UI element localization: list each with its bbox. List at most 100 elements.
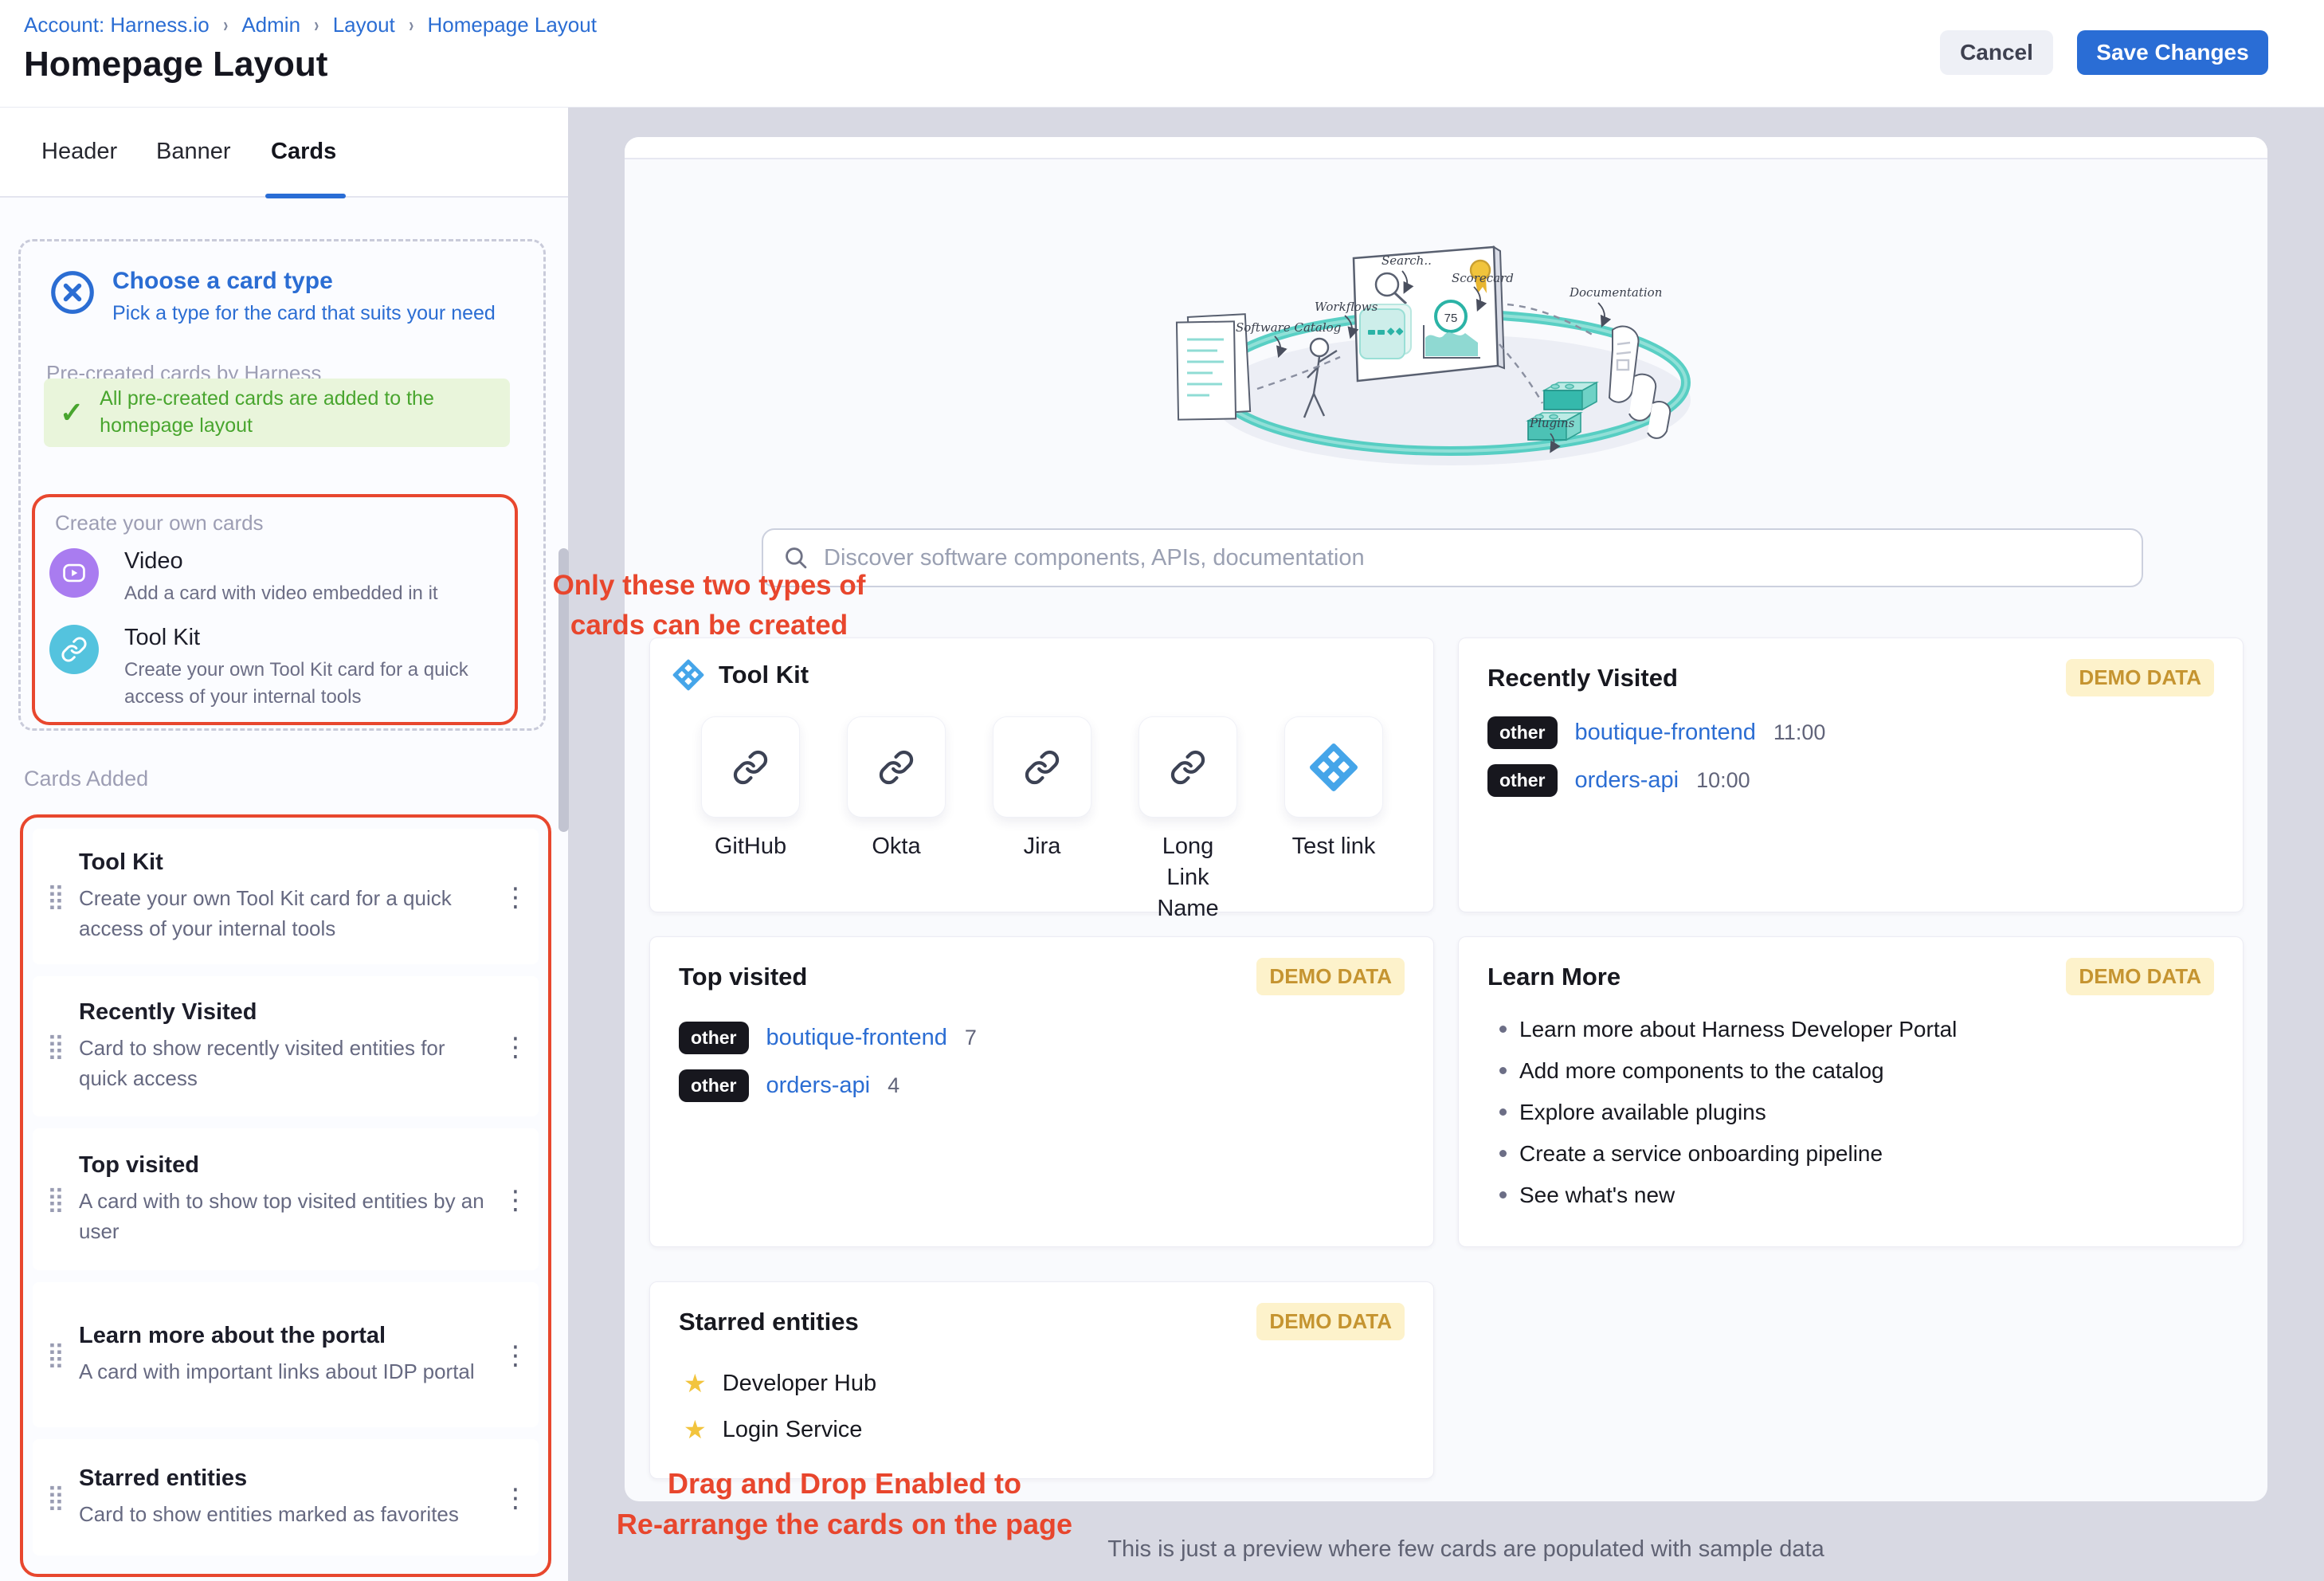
added-card-desc: Card to show recently visited entities f…	[79, 1034, 488, 1093]
entity-link[interactable]: boutique-frontend	[766, 1025, 947, 1051]
added-card-title: Tool Kit	[79, 849, 488, 876]
card-type-desc: Create your own Tool Kit card for a quic…	[124, 657, 507, 710]
close-icon[interactable]	[50, 270, 95, 315]
breadcrumb-homepage-layout[interactable]: Homepage Layout	[427, 13, 596, 37]
card-title: Starred entities	[679, 1308, 859, 1336]
choose-card-type-panel: Choose a card type Pick a type for the c…	[18, 239, 546, 731]
demo-data-badge: DEMO DATA	[2066, 958, 2214, 995]
homepage-preview-panel: 75	[625, 137, 2267, 1501]
illustration-label-workflows: Workflows	[1315, 300, 1378, 314]
save-changes-button[interactable]: Save Changes	[2077, 30, 2268, 75]
card-title: Tool Kit	[719, 661, 809, 689]
entity-row: other orders-api 10:00	[1487, 764, 1750, 797]
star-icon: ★	[684, 1368, 707, 1399]
entity-row: other boutique-frontend 11:00	[1487, 716, 1825, 749]
added-card-top-visited[interactable]: ⣿ Top visited A card with to show top vi…	[33, 1128, 539, 1270]
added-card-desc: Create your own Tool Kit card for a quic…	[79, 884, 488, 944]
toolkit-link-label: Jira	[993, 831, 1091, 924]
card-title: Recently Visited	[1487, 664, 1678, 692]
added-card-learn-more[interactable]: ⣿ Learn more about the portal A card wit…	[33, 1282, 539, 1427]
entity-kind-tag: other	[679, 1069, 749, 1102]
entity-link[interactable]: orders-api	[1575, 767, 1679, 794]
drag-handle-icon[interactable]: ⣿	[33, 1340, 79, 1369]
demo-data-badge: DEMO DATA	[2066, 659, 2214, 696]
added-card-title: Starred entities	[79, 1465, 488, 1492]
page-title: Homepage Layout	[24, 45, 327, 84]
tab-cards[interactable]: Cards	[271, 108, 336, 196]
card-type-name: Video	[124, 548, 507, 575]
toolkit-link-okta[interactable]	[847, 716, 946, 818]
entity-row: other orders-api 4	[679, 1069, 899, 1102]
drag-handle-icon[interactable]: ⣿	[33, 882, 79, 911]
idp-hero-illustration: 75	[1155, 199, 1801, 478]
toolkit-diamond-icon	[672, 659, 704, 691]
learn-more-card: Learn More DEMO DATA Learn more about Ha…	[1458, 936, 2244, 1247]
learn-more-link[interactable]: See what's new	[1494, 1183, 1957, 1208]
kebab-menu-icon[interactable]: ⋮	[492, 1031, 539, 1062]
breadcrumb-layout[interactable]: Layout	[333, 13, 395, 37]
learn-more-link[interactable]: Add more components to the catalog	[1494, 1058, 1957, 1084]
toolkit-link-long-link-name[interactable]	[1138, 716, 1237, 818]
toolkit-link-label: Test link	[1284, 831, 1383, 924]
kebab-menu-icon[interactable]: ⋮	[492, 1340, 539, 1371]
link-icon	[1024, 749, 1060, 786]
card-type-desc: Add a card with video embedded in it	[124, 580, 507, 607]
drag-handle-icon[interactable]: ⣿	[33, 1185, 79, 1214]
link-icon	[49, 625, 99, 674]
added-card-desc: A card with important links about IDP po…	[79, 1357, 488, 1387]
added-card-toolkit[interactable]: ⣿ Tool Kit Create your own Tool Kit card…	[33, 829, 539, 964]
entity-link[interactable]: boutique-frontend	[1575, 720, 1756, 746]
breadcrumb-chevron-icon: ›	[223, 13, 228, 37]
illustration-label-plugins: Plugins	[1530, 416, 1574, 430]
annotation-card-types: Only these two types of cards can be cre…	[478, 566, 940, 645]
kebab-menu-icon[interactable]: ⋮	[492, 1184, 539, 1215]
top-visited-card: Top visited DEMO DATA other boutique-fro…	[649, 936, 1434, 1247]
toolkit-link-label: GitHub	[701, 831, 800, 924]
create-own-cards-annotation-box: Create your own cards Video Add a card w…	[32, 494, 518, 725]
added-card-recently-visited[interactable]: ⣿ Recently Visited Card to show recently…	[33, 976, 539, 1116]
kebab-menu-icon[interactable]: ⋮	[492, 881, 539, 912]
chooser-subtitle: Pick a type for the card that suits your…	[112, 302, 496, 325]
learn-more-link[interactable]: Explore available plugins	[1494, 1100, 1957, 1125]
cancel-button[interactable]: Cancel	[1940, 30, 2053, 75]
breadcrumb-account[interactable]: Account: Harness.io	[24, 13, 210, 37]
card-type-toolkit[interactable]: Tool Kit Create your own Tool Kit card f…	[49, 625, 507, 710]
recently-visited-card: Recently Visited DEMO DATA other boutiqu…	[1458, 638, 2244, 912]
illustration-graphic: 75	[1155, 199, 1801, 478]
kebab-menu-icon[interactable]: ⋮	[492, 1482, 539, 1513]
starred-entity-name[interactable]: Developer Hub	[723, 1371, 876, 1397]
toolkit-link-test-link[interactable]	[1284, 716, 1383, 818]
added-card-title: Recently Visited	[79, 999, 488, 1026]
toolkit-link-label: Okta	[847, 831, 946, 924]
demo-data-badge: DEMO DATA	[1256, 1303, 1405, 1340]
breadcrumb-chevron-icon: ›	[314, 13, 319, 37]
starred-entity-name[interactable]: Login Service	[723, 1417, 863, 1443]
entity-kind-tag: other	[679, 1022, 749, 1054]
header-actions: Cancel Save Changes	[1940, 30, 2268, 75]
starred-entities-card: Starred entities DEMO DATA ★ Developer H…	[649, 1281, 1434, 1479]
card-title: Learn More	[1487, 963, 1621, 991]
drag-handle-icon[interactable]: ⣿	[33, 1483, 79, 1512]
toolkit-link-label: Long Link Name	[1138, 831, 1237, 924]
added-card-desc: A card with to show top visited entities…	[79, 1187, 488, 1246]
card-type-video[interactable]: Video Add a card with video embedded in …	[49, 548, 507, 607]
toolkit-diamond-icon	[1309, 743, 1358, 792]
video-icon	[49, 548, 99, 598]
toolkit-link-github[interactable]	[701, 716, 800, 818]
breadcrumb-chevron-icon: ›	[409, 13, 413, 37]
tab-header[interactable]: Header	[41, 108, 117, 196]
learn-more-link[interactable]: Create a service onboarding pipeline	[1494, 1141, 1957, 1167]
illustration-label-scorecard: Scorecard	[1452, 271, 1514, 285]
entity-link[interactable]: orders-api	[766, 1073, 871, 1099]
search-input[interactable]	[824, 545, 2122, 571]
toolkit-link-jira[interactable]	[993, 716, 1091, 818]
breadcrumb-admin[interactable]: Admin	[241, 13, 300, 37]
preview-footer-note: This is just a preview where few cards a…	[1028, 1536, 1904, 1563]
learn-more-link[interactable]: Learn more about Harness Developer Porta…	[1494, 1017, 1957, 1042]
tab-banner[interactable]: Banner	[156, 108, 231, 196]
card-type-name: Tool Kit	[124, 625, 507, 651]
added-card-starred-entities[interactable]: ⣿ Starred entities Card to show entities…	[33, 1439, 539, 1556]
drag-handle-icon[interactable]: ⣿	[33, 1032, 79, 1061]
toolkit-link-labels: GitHub Okta Jira Long Link Name Test lin…	[701, 831, 1383, 924]
homepage-layout-page: Account: Harness.io › Admin › Layout › H…	[0, 0, 2324, 1581]
